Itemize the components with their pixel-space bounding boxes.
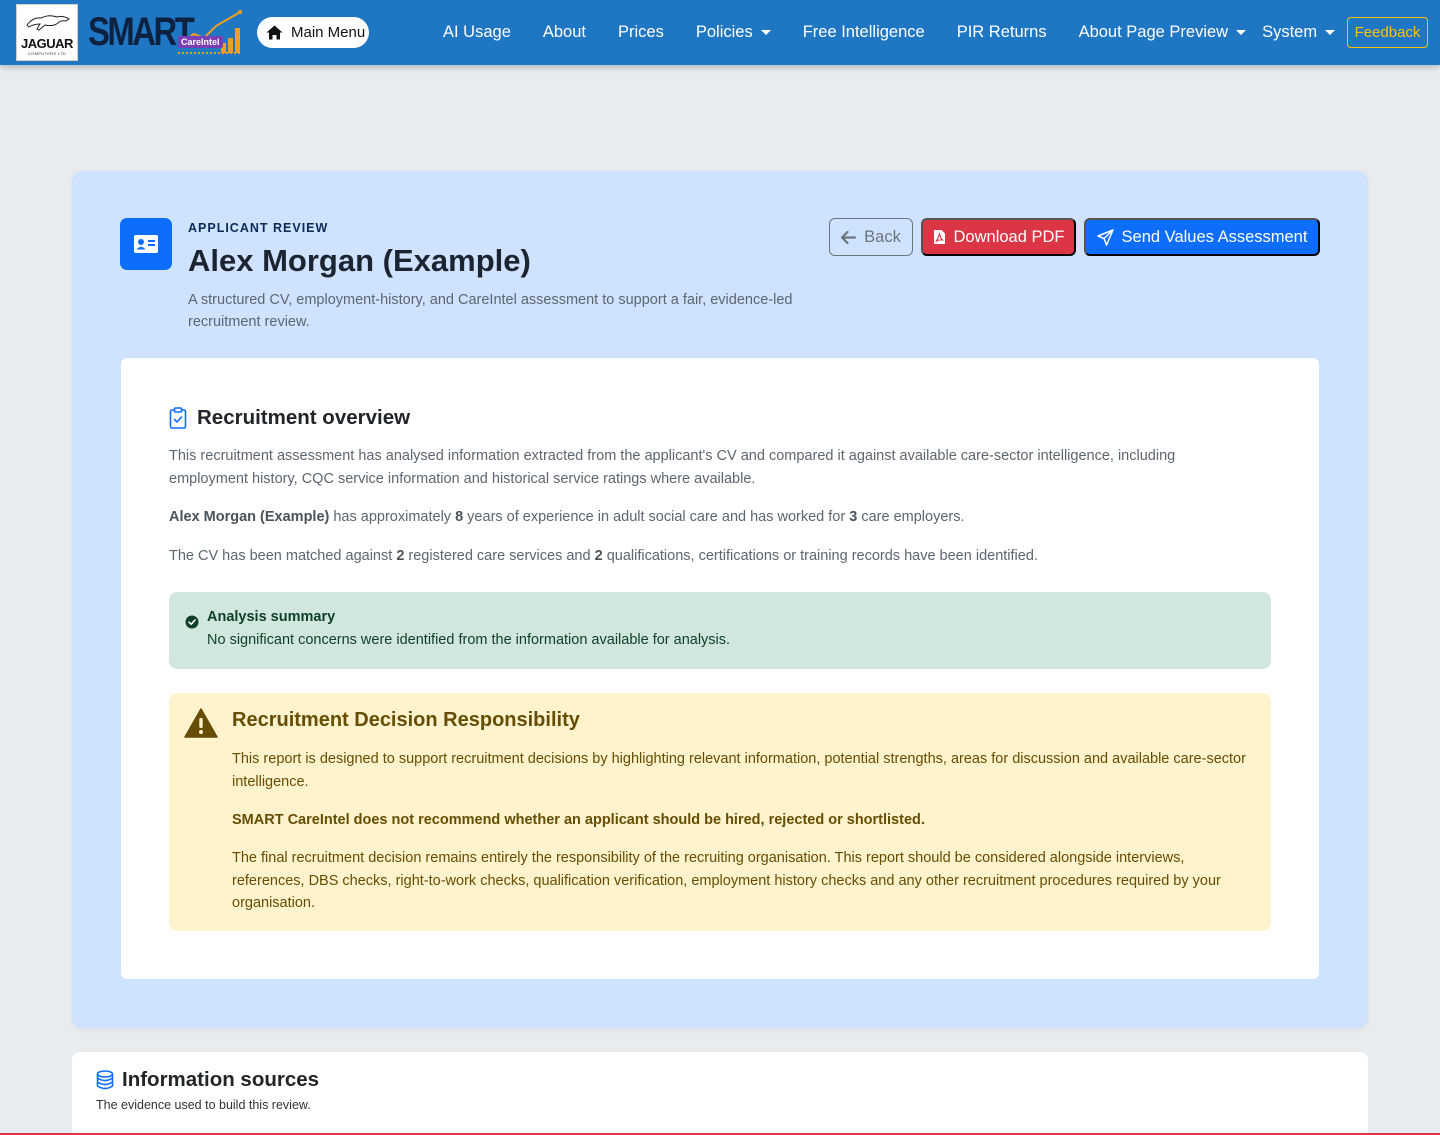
top-navbar: JAGUAR COMPUTERS LTD SMART CareIntel Mai… <box>0 0 1440 65</box>
main-menu-button[interactable]: Main Menu <box>257 17 369 48</box>
nav-prices-label: Prices <box>618 23 664 41</box>
jaguar-wordmark: JAGUAR <box>21 36 73 51</box>
recruitment-overview-heading: Recruitment overview <box>169 406 410 430</box>
nav-about[interactable]: About <box>543 23 586 42</box>
main-menu-label: Main Menu <box>291 24 366 41</box>
nav-about-page-preview-dropdown[interactable]: About Page Preview <box>1079 23 1247 42</box>
applicant-review-card: APPLICANT REVIEW Alex Morgan (Example) A… <box>72 171 1368 1028</box>
years-experience: 8 <box>455 509 464 525</box>
decision-responsibility-alert: Recruitment Decision Responsibility This… <box>169 693 1271 931</box>
information-sources-card: Information sources The evidence used to… <box>72 1052 1368 1135</box>
decision-responsibility-p3: The final recruitment decision remains e… <box>232 850 1221 911</box>
nav-system-dropdown[interactable]: System <box>1262 23 1336 42</box>
overview-experience: Alex Morgan (Example) has approximately … <box>169 506 1229 529</box>
nav-ai-usage-label: AI Usage <box>443 23 511 41</box>
download-pdf-label: Download PDF <box>953 227 1065 246</box>
qualifications-count: 2 <box>594 548 603 564</box>
experience-text-post: care employers. <box>857 509 965 525</box>
information-sources-heading: Information sources <box>96 1068 319 1092</box>
warning-triangle-icon <box>184 708 218 738</box>
send-values-assessment-label: Send Values Assessment <box>1121 227 1308 246</box>
analysis-summary-alert: Analysis summary No significant concerns… <box>169 592 1271 669</box>
nav-free-intelligence[interactable]: Free Intelligence <box>803 23 925 42</box>
decision-responsibility-p2: SMART CareIntel does not recommend wheth… <box>232 812 925 828</box>
nav-policies-dropdown[interactable]: Policies <box>696 23 771 42</box>
caret-down-icon <box>1236 30 1247 35</box>
caret-down-icon <box>760 30 771 35</box>
file-pdf-icon <box>933 230 945 244</box>
nav-pir-returns-label: PIR Returns <box>956 23 1047 41</box>
recruitment-overview-panel: Recruitment overview This recruitment as… <box>121 358 1319 979</box>
jaguar-logo[interactable]: JAGUAR COMPUTERS LTD <box>16 4 78 61</box>
jaguar-submark: COMPUTERS LTD <box>28 51 66 56</box>
growth-chart-icon <box>178 10 242 54</box>
download-pdf-button[interactable]: Download PDF <box>921 218 1076 256</box>
nav-pir-returns[interactable]: PIR Returns <box>957 23 1047 42</box>
send-values-assessment-button[interactable]: Send Values Assessment <box>1084 218 1320 256</box>
overview-matches: The CV has been matched against 2 regist… <box>169 545 1229 568</box>
database-icon <box>96 1070 114 1090</box>
analysis-summary-title: Analysis summary <box>207 609 336 625</box>
nav-prices[interactable]: Prices <box>618 23 664 42</box>
overview-intro: This recruitment assessment has analysed… <box>169 448 1176 487</box>
caret-down-icon <box>1325 30 1336 35</box>
home-icon <box>266 25 283 40</box>
match-text-post: qualifications, certifications or traini… <box>602 548 1038 564</box>
page-subtitle: A structured CV, employment-history, and… <box>188 292 793 330</box>
nav-ai-usage[interactable]: AI Usage <box>443 23 511 42</box>
smart-careintel-logo[interactable]: SMART CareIntel <box>88 10 244 55</box>
analysis-summary-body: No significant concerns were identified … <box>207 632 731 648</box>
arrow-left-icon <box>841 230 857 244</box>
nav-about-label: About <box>542 23 586 41</box>
page-title: Alex Morgan (Example) <box>188 243 531 278</box>
recruitment-overview-title: Recruitment overview <box>197 406 411 429</box>
jaguar-cat-icon <box>26 15 70 31</box>
nav-system-label: System <box>1262 23 1318 41</box>
back-label: Back <box>864 227 901 246</box>
section-eyebrow: APPLICANT REVIEW <box>188 221 329 235</box>
applicant-name: Alex Morgan (Example) <box>169 509 330 525</box>
feedback-button[interactable]: Feedback <box>1347 17 1428 48</box>
clipboard-check-icon <box>169 407 187 429</box>
nav-links: AI Usage About Prices Policies Free Inte… <box>443 0 1367 65</box>
information-sources-subtitle: The evidence used to build this review. <box>96 1098 311 1112</box>
send-icon <box>1096 228 1114 246</box>
careintel-tag: CareIntel <box>178 36 223 48</box>
id-card-icon <box>120 218 172 270</box>
information-sources-title: Information sources <box>122 1068 320 1091</box>
experience-text-pre: has approximately <box>329 509 456 525</box>
decision-responsibility-title: Recruitment Decision Responsibility <box>232 709 580 731</box>
nav-about-page-preview-label: About Page Preview <box>1078 23 1229 41</box>
match-text-pre: The CV has been matched against <box>169 548 397 564</box>
decision-responsibility-p1: This report is designed to support recru… <box>232 751 1246 790</box>
experience-text-mid: years of experience in adult social care… <box>463 509 850 525</box>
back-button[interactable]: Back <box>829 218 913 256</box>
match-text-mid: registered care services and <box>404 548 595 564</box>
nav-policies-label: Policies <box>695 23 753 41</box>
check-circle-icon <box>185 615 199 629</box>
nav-free-intelligence-label: Free Intelligence <box>802 23 925 41</box>
